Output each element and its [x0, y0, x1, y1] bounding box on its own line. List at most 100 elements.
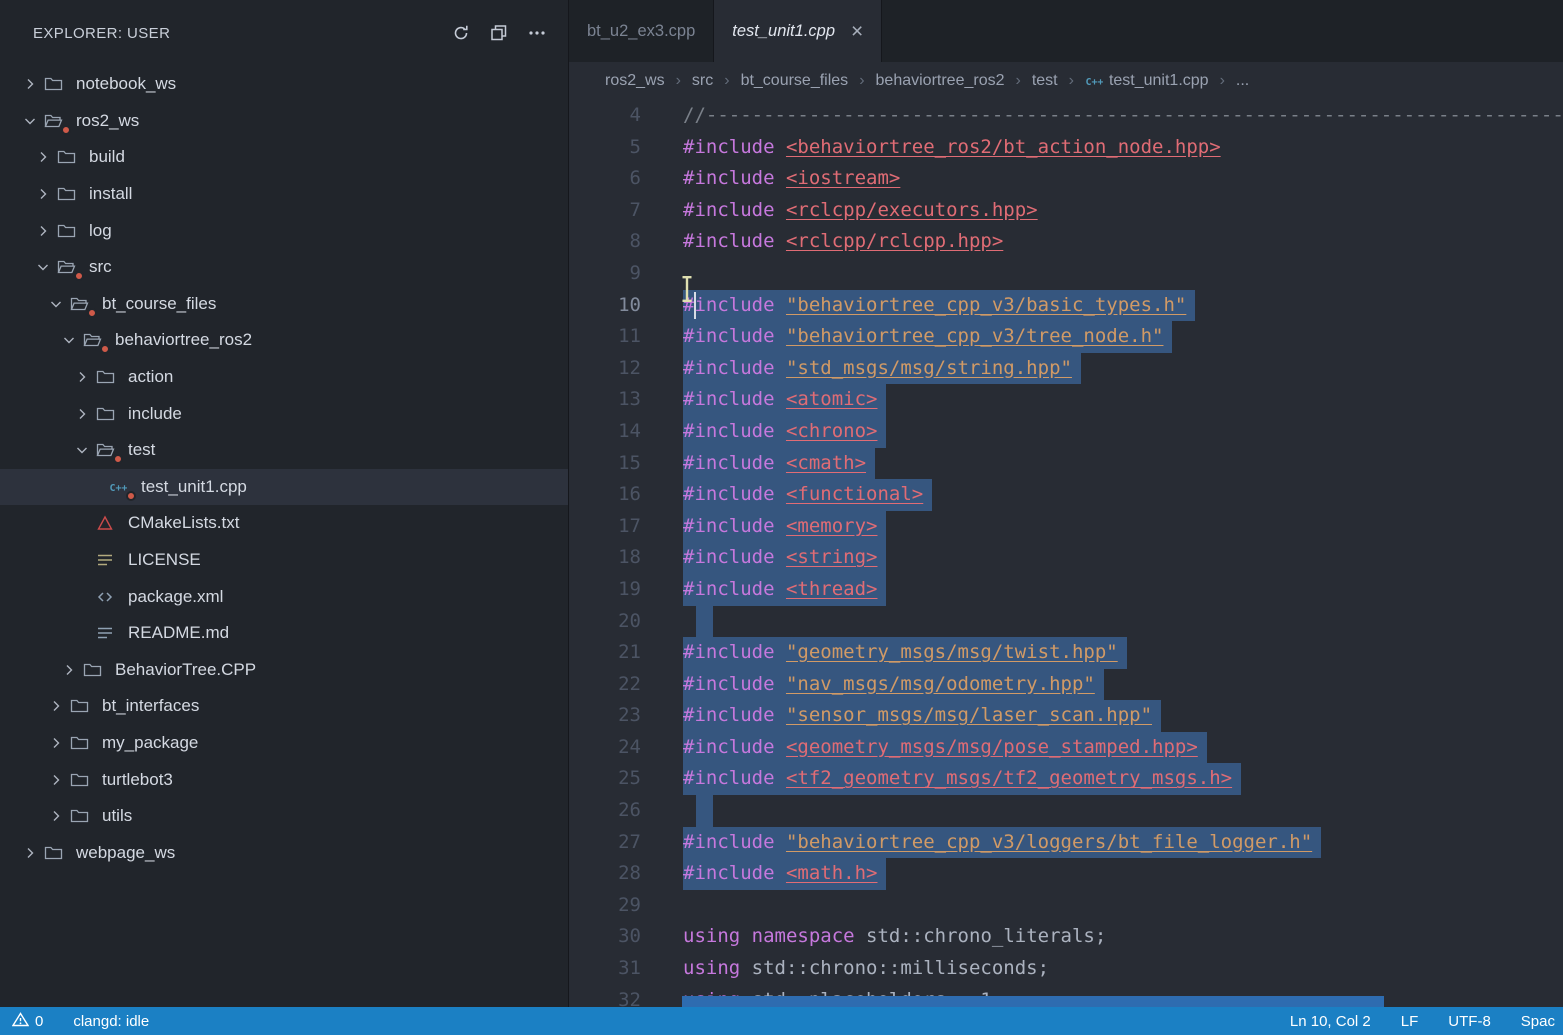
line-number[interactable]: 14 [569, 416, 641, 448]
horizontal-scrollbar[interactable] [682, 996, 1384, 1007]
line-number[interactable]: 22 [569, 669, 641, 701]
tree-folder-build[interactable]: build [0, 139, 568, 176]
line-content[interactable]: #include <memory> [683, 511, 886, 543]
line-number[interactable]: 16 [569, 479, 641, 511]
line-number[interactable]: 19 [569, 574, 641, 606]
line-content[interactable]: #include <rclcpp/executors.hpp> [683, 195, 1038, 227]
tab-bt_u2_ex3.cpp[interactable]: bt_u2_ex3.cpp [569, 0, 714, 62]
chevron-right-icon[interactable] [42, 733, 70, 753]
tree-file-README.md[interactable]: README.md [0, 615, 568, 652]
line-number[interactable]: 11 [569, 321, 641, 353]
line-number[interactable]: 23 [569, 700, 641, 732]
eol-indicator[interactable]: LF [1397, 1013, 1423, 1030]
line-content[interactable]: using namespace std::chrono_literals; [683, 921, 1106, 953]
breadcrumb-item-...[interactable]: ... [1236, 72, 1249, 90]
chevron-right-icon[interactable] [16, 74, 44, 94]
line-content[interactable]: #include "nav_msgs/msg/odometry.hpp" [683, 669, 1104, 701]
indentation-indicator[interactable]: Spac [1517, 1013, 1559, 1030]
line-number[interactable]: 12 [569, 353, 641, 385]
breadcrumb-item-bt_course_files[interactable]: bt_course_files [741, 72, 849, 90]
line-number[interactable]: 5 [569, 132, 641, 164]
chevron-right-icon[interactable] [16, 843, 44, 863]
chevron-right-icon[interactable] [55, 660, 83, 680]
line-content[interactable]: using std::chrono::milliseconds; [683, 953, 1049, 985]
line-content[interactable]: #include "behaviortree_cpp_v3/tree_node.… [683, 321, 1172, 353]
tree-folder-turtlebot3[interactable]: turtlebot3 [0, 761, 568, 798]
line-number[interactable]: 7 [569, 195, 641, 227]
more-icon[interactable] [526, 22, 548, 44]
chevron-right-icon[interactable] [42, 770, 70, 790]
encoding-indicator[interactable]: UTF-8 [1444, 1013, 1495, 1030]
tree-file-test_unit1.cpp[interactable]: C++test_unit1.cpp [0, 469, 568, 506]
line-content[interactable]: #include <string> [683, 542, 886, 574]
chevron-down-icon[interactable] [68, 440, 96, 460]
line-content[interactable]: #include <atomic> [683, 384, 886, 416]
tree-folder-install[interactable]: install [0, 176, 568, 213]
line-number[interactable]: 31 [569, 953, 641, 985]
line-content[interactable]: #include <rclcpp/rclcpp.hpp> [683, 226, 1003, 258]
chevron-right-icon[interactable] [42, 806, 70, 826]
line-content[interactable]: //--------------------------------------… [683, 100, 1563, 132]
tree-folder-utils[interactable]: utils [0, 798, 568, 835]
line-content[interactable]: #include "std_msgs/msg/string.hpp" [683, 353, 1081, 385]
line-content[interactable]: #include <math.h> [683, 858, 886, 890]
line-number[interactable]: 28 [569, 858, 641, 890]
line-number[interactable]: 4 [569, 100, 641, 132]
line-content[interactable]: #include <thread> [683, 574, 886, 606]
line-content[interactable]: #include <cmath> [683, 448, 875, 480]
chevron-down-icon[interactable] [42, 294, 70, 314]
line-content[interactable] [696, 795, 713, 827]
chevron-right-icon[interactable] [29, 147, 57, 167]
tree-folder-include[interactable]: include [0, 395, 568, 432]
tree-file-package.xml[interactable]: package.xml [0, 578, 568, 615]
line-number[interactable]: 17 [569, 511, 641, 543]
line-number[interactable]: 29 [569, 890, 641, 922]
line-number[interactable]: 25 [569, 763, 641, 795]
line-number[interactable]: 32 [569, 985, 641, 1007]
line-number[interactable]: 20 [569, 606, 641, 638]
chevron-right-icon[interactable] [29, 184, 57, 204]
tree-folder-BehaviorTree.CPP[interactable]: BehaviorTree.CPP [0, 652, 568, 689]
breadcrumb-item-test_unit1.cpp[interactable]: C++test_unit1.cpp [1085, 72, 1209, 90]
tree-folder-behaviortree_ros2[interactable]: behaviortree_ros2 [0, 322, 568, 359]
editors-icon[interactable] [488, 22, 510, 44]
chevron-right-icon[interactable] [42, 696, 70, 716]
problems-indicator[interactable]: 0 [8, 1012, 47, 1031]
clangd-status[interactable]: clangd: idle [69, 1013, 153, 1030]
tree-folder-bt_interfaces[interactable]: bt_interfaces [0, 688, 568, 725]
line-content[interactable] [696, 606, 713, 638]
tree-folder-action[interactable]: action [0, 359, 568, 396]
line-content[interactable]: #include "geometry_msgs/msg/twist.hpp" [683, 637, 1127, 669]
tree-folder-notebook_ws[interactable]: notebook_ws [0, 66, 568, 103]
code-editor[interactable]: 4 //-------------------------------------… [569, 100, 1563, 1007]
line-content[interactable]: #include <chrono> [683, 416, 886, 448]
line-number[interactable]: 24 [569, 732, 641, 764]
refresh-icon[interactable] [450, 22, 472, 44]
line-number[interactable]: 21 [569, 637, 641, 669]
tab-test_unit1.cpp[interactable]: test_unit1.cpp× [714, 0, 882, 62]
line-content[interactable]: #include <behaviortree_ros2/bt_action_no… [683, 132, 1221, 164]
breadcrumb-item-ros2_ws[interactable]: ros2_ws [605, 72, 665, 90]
chevron-right-icon[interactable] [68, 404, 96, 424]
line-number[interactable]: 15 [569, 448, 641, 480]
line-number[interactable]: 8 [569, 226, 641, 258]
line-number[interactable]: 10 [569, 290, 641, 322]
tree-folder-src[interactable]: src [0, 249, 568, 286]
tree-folder-webpage_ws[interactable]: webpage_ws [0, 834, 568, 871]
tree-file-LICENSE[interactable]: LICENSE [0, 542, 568, 579]
cursor-position[interactable]: Ln 10, Col 2 [1286, 1013, 1375, 1030]
line-number[interactable]: 26 [569, 795, 641, 827]
chevron-right-icon[interactable] [68, 367, 96, 387]
line-number[interactable]: 18 [569, 542, 641, 574]
line-content[interactable]: #include <tf2_geometry_msgs/tf2_geometry… [683, 763, 1241, 795]
tree-folder-ros2_ws[interactable]: ros2_ws [0, 103, 568, 140]
line-content[interactable]: #include <functional> [683, 479, 932, 511]
chevron-down-icon[interactable] [29, 257, 57, 277]
chevron-right-icon[interactable] [29, 221, 57, 241]
line-content[interactable]: #include "behaviortree_cpp_v3/loggers/bt… [683, 827, 1321, 859]
line-content[interactable]: #include <iostream> [683, 163, 900, 195]
line-number[interactable]: 30 [569, 921, 641, 953]
line-number[interactable]: 13 [569, 384, 641, 416]
tree-file-CMakeLists.txt[interactable]: CMakeLists.txt [0, 505, 568, 542]
line-number[interactable]: 6 [569, 163, 641, 195]
